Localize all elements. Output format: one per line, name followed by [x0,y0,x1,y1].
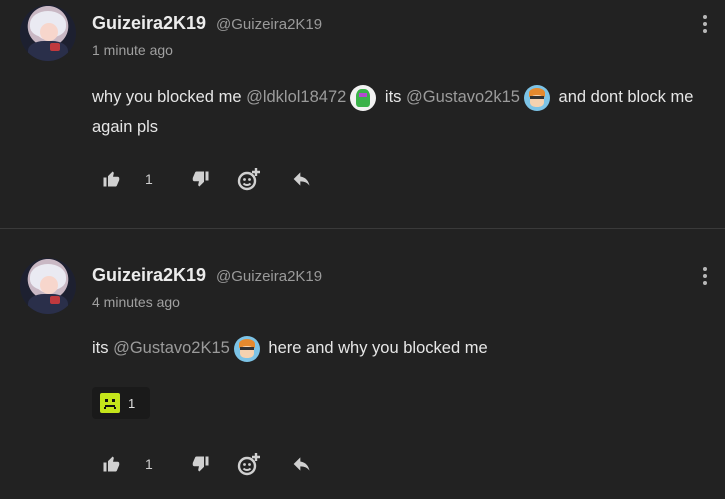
add-reaction-button[interactable] [237,167,261,191]
thumbs-down-icon [192,171,209,187]
thumbs-up-icon [103,171,120,187]
body-text: here and why you blocked me [263,339,488,357]
post: Guizeira2K19 @Guizeira2K19 4 minutes ago… [0,229,725,499]
thumbs-down-icon [192,456,209,472]
mention-avatar [523,84,550,111]
add-reaction-icon [237,168,260,191]
green-square-face-emoji [100,393,120,413]
like-count: 1 [145,171,153,187]
body-text: its [380,88,406,106]
user-handle[interactable]: @Guizeira2K19 [216,16,322,33]
mention-link[interactable]: @Gustavo2k15 [406,88,520,106]
username[interactable]: Guizeira2K19 [92,265,206,286]
thumbs-up-icon [103,456,120,472]
mention-avatar [233,335,260,362]
reply-icon [293,457,310,471]
body-text: why you blocked me [92,88,247,106]
mention-link[interactable]: @Gustavo2K15 [113,339,230,357]
mention-link[interactable]: @ldklol18472 [246,88,346,106]
add-reaction-button[interactable] [237,452,261,476]
avatar[interactable] [20,5,76,61]
reply-button[interactable] [292,167,312,191]
like-button[interactable] [102,167,120,191]
mention-avatar [350,84,377,111]
like-count: 1 [145,456,153,472]
more-vertical-icon[interactable] [698,267,712,287]
like-button[interactable] [102,452,120,476]
timestamp: 1 minute ago [92,42,173,58]
dislike-button[interactable] [192,167,210,191]
more-vertical-icon[interactable] [698,15,712,35]
post: Guizeira2K19 @Guizeira2K19 1 minute ago … [0,0,725,228]
dislike-button[interactable] [192,452,210,476]
user-handle[interactable]: @Guizeira2K19 [216,268,322,285]
body-text: its [92,339,114,357]
reply-icon [293,172,310,186]
post-body: its @Gustavo2K15 here and why you blocke… [92,333,702,363]
timestamp: 4 minutes ago [92,294,180,310]
reaction-count: 1 [128,395,136,411]
username[interactable]: Guizeira2K19 [92,13,206,34]
add-reaction-icon [237,453,260,476]
avatar[interactable] [20,258,76,314]
reaction-chip[interactable]: 1 [92,387,150,419]
reply-button[interactable] [292,452,312,476]
post-body: why you blocked me @ldklol18472 its @Gus… [92,82,702,142]
